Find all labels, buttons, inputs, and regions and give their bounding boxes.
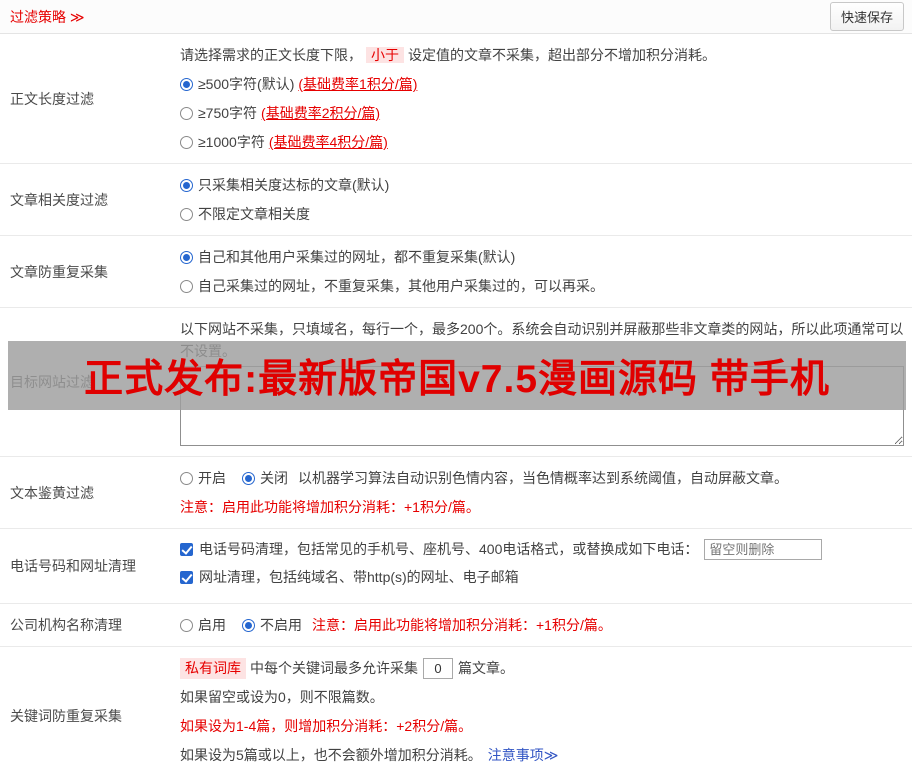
option-label-enable[interactable]: 启用 [198, 615, 226, 635]
row-label-company-clean: 公司机构名称清理 [10, 617, 122, 633]
count-line-text: 中每个关键词最多允许采集 [250, 660, 418, 676]
intro-highlight: 小于 [366, 47, 404, 63]
radio-icon[interactable] [180, 178, 193, 192]
option-label: 自己和其他用户采集过的网址，都不重复采集(默认) [198, 249, 516, 265]
count-line-suffix: 篇文章。 [458, 660, 514, 676]
radio-option-relevance-any[interactable]: 不限定文章相关度 [180, 204, 904, 224]
fee-note: (基础费率1积分/篇) [298, 76, 418, 92]
row-label-porn-filter: 文本鉴黄过滤 [10, 484, 94, 501]
row-content: 只采集相关度达标的文章(默认) 不限定文章相关度 [172, 164, 912, 235]
radio-icon[interactable] [242, 618, 255, 632]
radio-option-750-chars[interactable]: ≥750字符 (基础费率2积分/篇) [180, 103, 904, 123]
row-company-clean: 公司机构名称清理 启用 不启用 注意：启用此功能将增加积分消耗：+1积分/篇。 [0, 604, 912, 647]
row-keyword-dedup: 关键词防重复采集 私有词库 中每个关键词最多允许采集 篇文章。 如果留空或设为0… [0, 647, 912, 768]
option-label-on[interactable]: 开启 [198, 468, 226, 488]
fee-note: (基础费率2积分/篇) [261, 105, 381, 121]
option-label: ≥750字符 [198, 105, 258, 121]
row-content: 请选择需求的正文长度下限， 小于 设定值的文章不采集，超出部分不增加积分消耗。 ≥5… [172, 34, 912, 163]
radio-icon[interactable] [180, 618, 193, 632]
company-clean-options: 启用 不启用 注意：启用此功能将增加积分消耗：+1积分/篇。 [180, 615, 904, 635]
max-articles-input[interactable] [423, 658, 453, 679]
row-content: 开启 关闭 以机器学习算法自动识别色情内容，当色情概率达到系统阈值，自动屏蔽文章… [172, 457, 912, 528]
option-label: 电话号码清理，包括常见的手机号、座机号、400电话格式，或替换成如下电话： [199, 541, 699, 557]
intro-text-post: 设定值的文章不采集，超出部分不增加积分消耗。 [408, 47, 716, 63]
porn-filter-cost-note: 注意：启用此功能将增加积分消耗：+1积分/篇。 [180, 499, 480, 515]
row-url-dedup-filter: 文章防重复采集 自己和其他用户采集过的网址，都不重复采集(默认) 自己采集过的网… [0, 236, 912, 308]
row-content: 电话号码清理，包括常见的手机号、座机号、400电话格式，或替换成如下电话： 网址… [172, 529, 912, 603]
row-label-relevance: 文章相关度过滤 [10, 191, 108, 208]
row-content: 私有词库 中每个关键词最多允许采集 篇文章。 如果留空或设为0，则不限篇数。 如… [172, 647, 912, 768]
row-label-url-dedup: 文章防重复采集 [10, 263, 108, 280]
filter-strategy-page: 过滤策略 ≫ 快速保存 正文长度过滤 请选择需求的正文长度下限， 小于 设定值的文章… [0, 0, 912, 768]
private-lexicon-highlight: 私有词库 [180, 658, 246, 679]
quick-save-button[interactable]: 快速保存 [829, 2, 904, 31]
radio-icon[interactable] [180, 135, 193, 149]
option-label: 不限定文章相关度 [198, 206, 310, 222]
option-label: 网址清理，包括纯域名、带http(s)的网址、电子邮箱 [199, 569, 519, 585]
row-content-length-filter: 正文长度过滤 请选择需求的正文长度下限， 小于 设定值的文章不采集，超出部分不增加积… [0, 34, 912, 164]
radio-option-relevance-strict[interactable]: 只采集相关度达标的文章(默认) [180, 175, 904, 195]
filter-strategy-title[interactable]: 过滤策略 ≫ [10, 7, 85, 27]
radio-icon[interactable] [180, 207, 193, 221]
radio-icon[interactable] [180, 471, 193, 485]
ad-overlay-banner[interactable]: 正式发布:最新版帝国v7.5漫画源码 带手机 [8, 341, 906, 410]
keyword-dedup-count-line: 私有词库 中每个关键词最多允许采集 篇文章。 [180, 658, 904, 679]
option-label: 自己采集过的网址，不重复采集，其他用户采集过的，可以再采。 [198, 278, 604, 294]
row-label-content-length: 正文长度过滤 [10, 90, 94, 107]
radio-option-1000-chars[interactable]: ≥1000字符 (基础费率4积分/篇) [180, 132, 904, 152]
row-phone-url-clean: 电话号码和网址清理 电话号码清理，包括常见的手机号、座机号、400电话格式，或替… [0, 529, 912, 604]
intro-text-pre: 请选择需求的正文长度下限， [180, 47, 362, 63]
radio-icon[interactable] [180, 279, 193, 293]
row-label-phone-url-clean: 电话号码和网址清理 [10, 558, 136, 574]
porn-filter-options: 开启 关闭 以机器学习算法自动识别色情内容，当色情概率达到系统阈值，自动屏蔽文章… [180, 468, 904, 488]
checkbox-option-phone-clean[interactable]: 电话号码清理，包括常见的手机号、座机号、400电话格式，或替换成如下电话： [180, 538, 904, 560]
radio-icon[interactable] [180, 250, 193, 264]
option-label-disable[interactable]: 不启用 [260, 615, 302, 635]
option-label: 只采集相关度达标的文章(默认) [198, 177, 390, 193]
option-label: ≥1000字符 [198, 134, 265, 150]
keyword-dedup-note-free: 如果设为5篇或以上，也不会额外增加积分消耗。 注意事项≫ [180, 745, 904, 766]
radio-option-500-chars[interactable]: ≥500字符(默认) (基础费率1积分/篇) [180, 74, 904, 94]
checkbox-option-url-clean[interactable]: 网址清理，包括纯域名、带http(s)的网址、电子邮箱 [180, 566, 904, 588]
checkbox-icon[interactable] [180, 570, 193, 584]
replacement-phone-input[interactable] [704, 538, 823, 560]
radio-option-dedup-self-only[interactable]: 自己采集过的网址，不重复采集，其他用户采集过的，可以再采。 [180, 276, 904, 296]
keyword-dedup-note-unlimited: 如果留空或设为0，则不限篇数。 [180, 689, 384, 705]
radio-option-dedup-all-users[interactable]: 自己和其他用户采集过的网址，都不重复采集(默认) [180, 247, 904, 267]
keyword-dedup-note-cost: 如果设为1-4篇，则增加积分消耗：+2积分/篇。 [180, 718, 473, 734]
row-porn-filter: 文本鉴黄过滤 开启 关闭 以机器学习算法自动识别色情内容，当色情概率达到系统阈值… [0, 457, 912, 529]
radio-icon[interactable] [180, 77, 193, 91]
company-clean-cost-note: 注意：启用此功能将增加积分消耗：+1积分/篇。 [312, 617, 612, 633]
option-label: ≥500字符(默认) [198, 76, 295, 92]
content-length-intro: 请选择需求的正文长度下限， 小于 设定值的文章不采集，超出部分不增加积分消耗。 [180, 45, 904, 65]
row-content: 启用 不启用 注意：启用此功能将增加积分消耗：+1积分/篇。 [172, 604, 912, 646]
fee-note: (基础费率4积分/篇) [268, 134, 388, 150]
row-label-keyword-dedup: 关键词防重复采集 [10, 708, 122, 724]
note-free-text: 如果设为5篇或以上，也不会额外增加积分消耗。 [180, 747, 482, 763]
radio-icon[interactable] [242, 471, 255, 485]
ad-banner-text: 正式发布:最新版帝国v7.5漫画源码 带手机 [84, 357, 830, 401]
notice-link[interactable]: 注意事项≫ [488, 747, 559, 763]
row-content: 自己和其他用户采集过的网址，都不重复采集(默认) 自己采集过的网址，不重复采集，… [172, 236, 912, 307]
checkbox-icon[interactable] [180, 542, 193, 556]
option-label-off[interactable]: 关闭 [260, 468, 288, 488]
porn-filter-desc: 以机器学习算法自动识别色情内容，当色情概率达到系统阈值，自动屏蔽文章。 [298, 470, 788, 486]
row-relevance-filter: 文章相关度过滤 只采集相关度达标的文章(默认) 不限定文章相关度 [0, 164, 912, 236]
page-header: 过滤策略 ≫ 快速保存 [0, 0, 912, 34]
radio-icon[interactable] [180, 106, 193, 120]
